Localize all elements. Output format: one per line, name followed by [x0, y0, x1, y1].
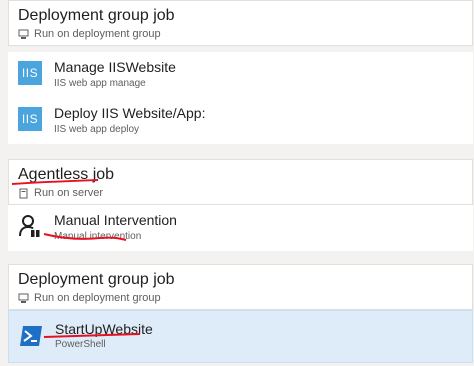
- task-name: Deploy IIS Website/App:: [54, 105, 206, 121]
- phase-subtitle-text: Run on deployment group: [34, 28, 161, 40]
- task-startup-website[interactable]: StartUpWebsite PowerShell: [8, 310, 473, 363]
- task-name: Manage IISWebsite: [54, 59, 176, 75]
- task-subtitle: PowerShell: [55, 339, 106, 350]
- task-name: StartUpWebsite: [55, 321, 153, 337]
- server-icon: [18, 29, 29, 40]
- phase-deployment-group-job-2[interactable]: Deployment group job Run on deployment g…: [8, 264, 473, 310]
- task-subtitle: IIS web app deploy: [54, 124, 140, 135]
- phase-deployment-group-job-1[interactable]: Deployment group job Run on deployment g…: [8, 0, 473, 46]
- phase-title: Agentless job: [18, 166, 115, 183]
- phase-subtitle-text: Run on deployment group: [34, 292, 161, 304]
- task-deploy-iis-website[interactable]: IIS Deploy IIS Website/App: IIS web app …: [8, 98, 473, 144]
- phase-agentless-job[interactable]: Agentless job Run on server: [8, 159, 473, 205]
- iis-icon: IIS: [18, 107, 42, 131]
- task-manage-iis-website[interactable]: IIS Manage IISWebsite IIS web app manage: [8, 52, 473, 98]
- task-manual-intervention[interactable]: Manual Intervention Manual intervention: [8, 205, 473, 251]
- powershell-icon: [19, 324, 43, 348]
- task-subtitle: Manual intervention: [54, 231, 142, 242]
- phase-title: Deployment group job: [18, 271, 175, 288]
- task-name: Manual Intervention: [54, 212, 177, 228]
- phase-title: Deployment group job: [18, 7, 175, 24]
- server-icon: [18, 188, 29, 199]
- phase-subtitle: Run on deployment group: [18, 292, 161, 304]
- task-subtitle: IIS web app manage: [54, 78, 146, 89]
- iis-icon: IIS: [18, 61, 42, 85]
- phase-subtitle-text: Run on server: [34, 187, 104, 199]
- server-icon: [18, 293, 29, 304]
- manual-intervention-icon: [18, 214, 42, 238]
- phase-subtitle: Run on server: [18, 187, 103, 199]
- phase-subtitle: Run on deployment group: [18, 28, 161, 40]
